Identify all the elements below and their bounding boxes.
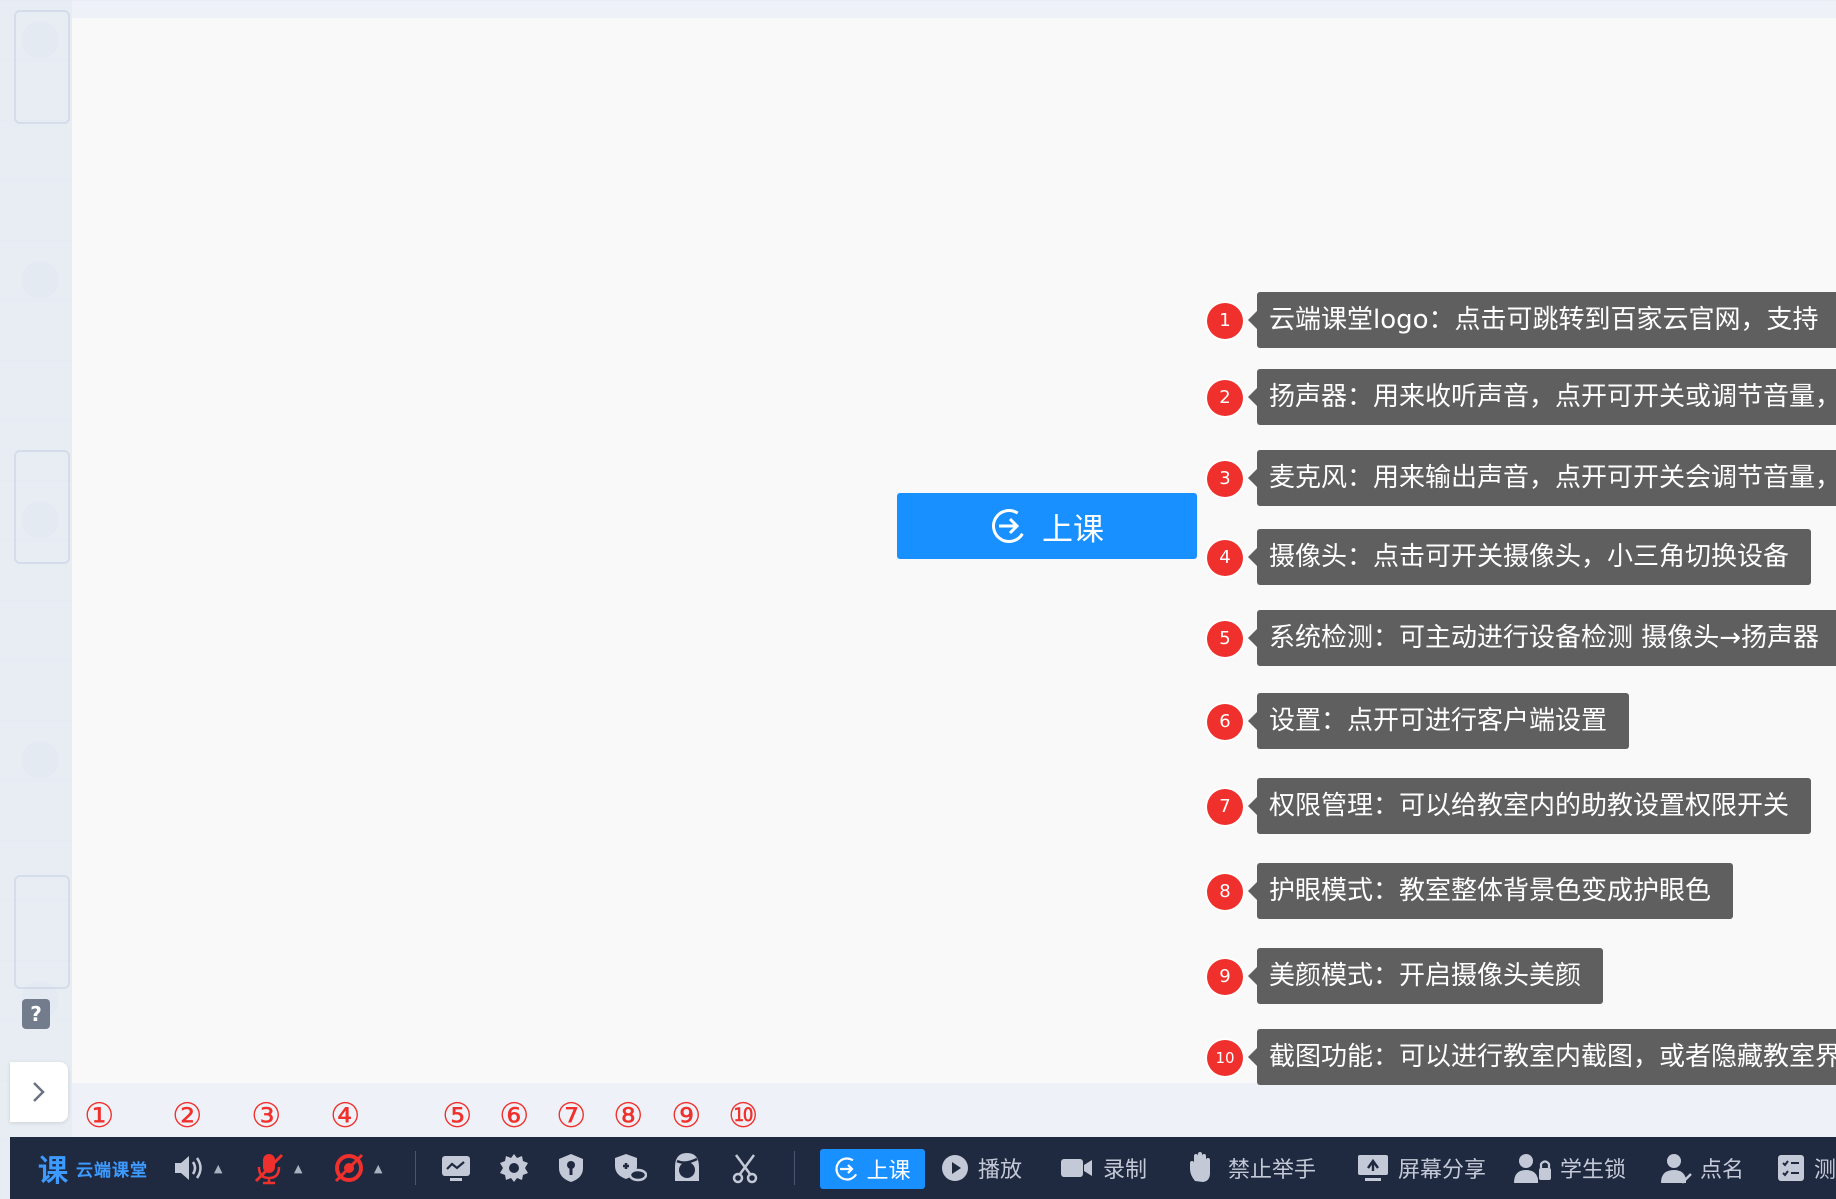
circled-number: ⑥ <box>499 1096 530 1136</box>
annotation-number: 10 <box>1207 1040 1243 1076</box>
camera-off-icon <box>334 1153 364 1183</box>
expand-sidebar-button[interactable] <box>10 1062 68 1122</box>
toolbar-divider <box>794 1151 795 1185</box>
annotation-text: 截图功能：可以进行教室内截图，或者隐藏教室界 <box>1247 1029 1836 1085</box>
speaker-icon <box>175 1156 202 1180</box>
bottom-toolbar: 课 云端课堂 ▲ ▲ ▲ 上课 播放 录制 禁止举手 屏幕分享 学生锁 点名 测 <box>10 1137 1836 1199</box>
microphone-off-icon <box>254 1153 284 1185</box>
screen-share-icon <box>1358 1155 1388 1181</box>
eye-shield-icon <box>615 1154 647 1182</box>
play-button[interactable]: 播放 <box>940 1137 1022 1199</box>
monitor-check-icon <box>442 1156 470 1181</box>
play-label: 播放 <box>978 1158 1023 1183</box>
toolbar-start-class-button[interactable]: 上课 <box>820 1149 925 1189</box>
annotation-number: 7 <box>1207 789 1243 825</box>
logo-text: 云端课堂 <box>76 1160 148 1181</box>
annotation-number: 8 <box>1207 874 1243 910</box>
video-record-icon <box>1061 1159 1092 1177</box>
circled-number: ⑩ <box>728 1096 759 1136</box>
circled-number: ⑦ <box>556 1096 587 1136</box>
annotation-text: 云端课堂logo：点击可跳转到百家云官网，支持 <box>1248 292 1836 348</box>
logo-icon: 课 <box>38 1154 68 1189</box>
annotation-number: 9 <box>1207 959 1243 995</box>
annotation-text: 设置：点开可进行客户端设置 <box>1247 693 1630 749</box>
help-book-icon[interactable]: ? <box>22 999 50 1029</box>
chevron-right-icon <box>33 1082 45 1102</box>
annotation-text: 系统检测：可主动进行设备检测 摄像头→扬声器 <box>1247 610 1836 666</box>
scissors-icon <box>732 1154 758 1184</box>
circled-number: ③ <box>251 1096 282 1136</box>
disable-hand-raise-label: 禁止举手 <box>1228 1158 1317 1183</box>
annotation-number: 6 <box>1207 704 1243 740</box>
play-icon <box>942 1155 968 1181</box>
annotation-text: 摄像头：点击可开关摄像头，小三角切换设备 <box>1247 529 1812 585</box>
toolbar-divider <box>415 1151 416 1185</box>
annotation-number: 5 <box>1207 621 1243 657</box>
gear-icon <box>500 1154 528 1182</box>
caret-up-icon[interactable]: ▲ <box>294 1162 302 1175</box>
screen-share-label: 屏幕分享 <box>1398 1158 1487 1183</box>
circled-number: ⑧ <box>613 1096 644 1136</box>
annotation-text: 权限管理：可以给教室内的助教设置权限开关 <box>1247 778 1812 834</box>
circled-number: ① <box>84 1096 115 1136</box>
record-label: 录制 <box>1103 1158 1148 1183</box>
caret-up-icon[interactable]: ▲ <box>374 1162 382 1175</box>
hand-icon <box>1190 1152 1210 1182</box>
camera-button[interactable]: ▲ <box>332 1137 382 1199</box>
start-class-button[interactable]: 上课 <box>897 493 1197 559</box>
eye-care-button[interactable] <box>613 1137 647 1199</box>
annotation-text: 美颜模式：开启摄像头美颜 <box>1247 948 1604 1004</box>
test-label: 测 <box>1814 1158 1836 1183</box>
start-class-label: 上课 <box>1042 511 1104 548</box>
microphone-button[interactable]: ▲ <box>252 1137 302 1199</box>
sidebar-decoration <box>14 450 70 564</box>
circled-number: ② <box>172 1096 203 1136</box>
annotation-number: 3 <box>1207 461 1243 497</box>
toolbar-start-class-label: 上课 <box>866 1159 911 1184</box>
user-check-icon <box>1661 1154 1692 1184</box>
system-check-button[interactable] <box>440 1137 472 1199</box>
face-beauty-icon <box>675 1153 699 1181</box>
sidebar-decoration <box>14 875 70 989</box>
users-lock-icon <box>1514 1154 1551 1183</box>
student-lock-button[interactable]: 学生锁 <box>1514 1137 1626 1199</box>
annotation-number: 2 <box>1207 380 1243 416</box>
beauty-mode-button[interactable] <box>671 1137 703 1199</box>
enter-icon <box>992 509 1026 543</box>
circled-number: ⑤ <box>442 1096 473 1136</box>
annotation-text: 护眼模式：教室整体背景色变成护眼色 <box>1247 863 1734 919</box>
rollcall-label: 点名 <box>1700 1158 1745 1183</box>
settings-button[interactable] <box>498 1137 530 1199</box>
test-button[interactable]: 测 <box>1776 1137 1836 1199</box>
checklist-icon <box>1778 1155 1804 1181</box>
student-lock-label: 学生锁 <box>1560 1158 1627 1183</box>
caret-up-icon[interactable]: ▲ <box>214 1162 222 1175</box>
disable-hand-raise-button[interactable]: 禁止举手 <box>1186 1137 1316 1199</box>
shield-key-icon <box>559 1154 583 1182</box>
enter-icon <box>835 1157 860 1181</box>
screen-share-button[interactable]: 屏幕分享 <box>1356 1137 1486 1199</box>
annotation-text: 麦克风：用来输出声音，点开可开关会调节音量， <box>1247 450 1836 506</box>
annotation-text: 扬声器：用来收听声音，点开可开关或调节音量， <box>1247 369 1836 425</box>
speaker-button[interactable]: ▲ <box>172 1137 222 1199</box>
permission-button[interactable] <box>556 1137 586 1199</box>
cloud-classroom-logo[interactable]: 课 云端课堂 <box>38 1137 148 1199</box>
annotation-number: 1 <box>1207 303 1243 339</box>
annotation-number: 4 <box>1207 540 1243 576</box>
sidebar-decoration <box>14 10 70 124</box>
circled-number: ⑨ <box>671 1096 702 1136</box>
screenshot-button[interactable] <box>730 1137 760 1199</box>
circled-number: ④ <box>330 1096 361 1136</box>
left-sidebar: ? <box>0 0 72 1199</box>
record-button[interactable]: 录制 <box>1059 1137 1147 1199</box>
rollcall-button[interactable]: 点名 <box>1660 1137 1744 1199</box>
